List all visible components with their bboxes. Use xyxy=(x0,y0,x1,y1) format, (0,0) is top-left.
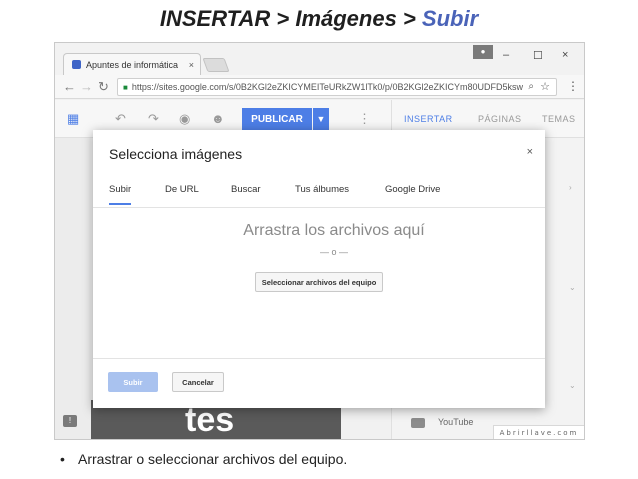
sites-favicon-icon xyxy=(72,60,81,69)
bullet-dot: • xyxy=(60,451,65,467)
tab-temas[interactable]: TEMAS xyxy=(542,114,576,124)
tab-tus-albumes[interactable]: Tus álbumes xyxy=(295,184,349,205)
url-prefix: https:// xyxy=(131,82,159,92)
address-bar[interactable]: ■ https://sites.google.com/s/0B2KGl2eZKI… xyxy=(117,78,557,96)
browser-toolbar: ← → ↻ ■ https://sites.google.com/s/0B2KG… xyxy=(55,75,584,99)
lock-icon: ■ xyxy=(123,82,128,92)
image-picker-dialog: Selecciona imágenes × Subir De URL Busca… xyxy=(93,130,545,408)
upload-button[interactable]: Subir xyxy=(108,372,158,392)
preview-eye-icon[interactable]: ◉ xyxy=(179,111,190,127)
tab-google-drive[interactable]: Google Drive xyxy=(385,184,440,205)
tab-close-icon[interactable]: × xyxy=(189,60,194,70)
dialog-close-icon[interactable]: × xyxy=(527,146,533,158)
slide-title-main: INSERTAR > Imágenes > xyxy=(159,6,422,31)
tab-de-url[interactable]: De URL xyxy=(165,184,199,205)
redo-icon[interactable]: ↷ xyxy=(148,111,159,127)
panel-expand-icon[interactable]: ⌄ xyxy=(569,381,576,390)
editor-left-margin xyxy=(55,138,91,439)
slide-title-accent: Subir xyxy=(421,6,479,31)
bullet-text: Arrastrar o seleccionar archivos del equ… xyxy=(78,451,348,467)
minimize-button[interactable]: – xyxy=(503,49,509,61)
share-user-icon[interactable]: ☻ xyxy=(211,111,225,126)
layout-icon[interactable]: ▦ xyxy=(67,111,79,127)
window-close-button[interactable]: × xyxy=(562,49,568,61)
user-profile-icon[interactable]: ● xyxy=(473,45,493,59)
tab-strip: Apuntes de informática × ● – ☐ × xyxy=(55,43,584,75)
cancel-button[interactable]: Cancelar xyxy=(172,372,224,392)
youtube-label[interactable]: YouTube xyxy=(438,417,473,427)
dialog-tabs: Subir De URL Buscar Tus álbumes Google D… xyxy=(93,180,545,208)
back-arrow-icon[interactable]: ← xyxy=(63,79,76,94)
slide-title: INSERTAR > Imágenes > Subir xyxy=(0,6,638,32)
panel-expand-icon[interactable]: ⌄ xyxy=(569,283,576,292)
editor-menu-icon[interactable]: ⋮ xyxy=(358,111,371,127)
bookmark-star-icon[interactable]: ☆ xyxy=(540,80,550,93)
youtube-icon[interactable] xyxy=(411,418,425,428)
tab-buscar[interactable]: Buscar xyxy=(231,184,261,205)
dialog-title: Selecciona imágenes xyxy=(109,146,243,162)
feedback-icon[interactable]: ! xyxy=(63,415,77,427)
browser-tab[interactable]: Apuntes de informática × xyxy=(63,53,201,75)
browser-screenshot: Apuntes de informática × ● – ☐ × ← → ↻ ■… xyxy=(54,42,585,440)
zoom-icon[interactable]: ⌕ xyxy=(528,81,534,92)
panel-chevron-icon[interactable]: › xyxy=(569,183,572,192)
url-text: sites.google.com/s/0B2KGl2eZKICYMEITeURk… xyxy=(158,82,523,92)
or-separator: — o — xyxy=(319,247,348,257)
dialog-footer: Subir Cancelar xyxy=(93,358,545,408)
slide-bullet: • Arrastrar o seleccionar archivos del eq… xyxy=(60,451,347,467)
tab-insertar[interactable]: INSERTAR xyxy=(404,114,453,124)
publish-dropdown-icon[interactable]: ▼ xyxy=(313,108,329,130)
undo-icon[interactable]: ↶ xyxy=(115,111,126,127)
tab-paginas[interactable]: PÁGINAS xyxy=(478,114,522,124)
browser-menu-icon[interactable]: ⋮ xyxy=(567,79,579,93)
new-tab-button[interactable] xyxy=(202,58,230,72)
select-files-button[interactable]: Seleccionar archivos del equipo xyxy=(255,272,383,292)
maximize-button[interactable]: ☐ xyxy=(533,49,543,62)
watermark: Abrirllave.com xyxy=(493,425,584,439)
forward-arrow-icon[interactable]: → xyxy=(80,79,93,94)
drop-zone-text[interactable]: Arrastra los archivos aquí xyxy=(93,222,545,240)
publish-button[interactable]: PUBLICAR xyxy=(242,108,312,130)
reload-icon[interactable]: ↻ xyxy=(98,79,109,95)
tab-subir[interactable]: Subir xyxy=(109,184,132,205)
tab-title: Apuntes de informática xyxy=(86,59,179,70)
